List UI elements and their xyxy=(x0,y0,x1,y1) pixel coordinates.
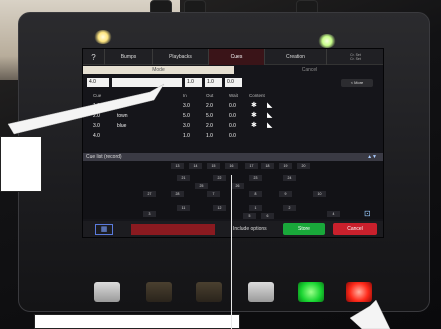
annotation-line xyxy=(231,175,232,329)
annotation-box xyxy=(34,314,240,329)
photo-root: ? Bumps Playbacks Cues Creation Cr. Set … xyxy=(0,0,441,329)
annotation-arrow xyxy=(7,83,165,135)
annotation-overlay xyxy=(7,83,391,329)
annotation-arrow xyxy=(349,299,391,329)
annotation-box xyxy=(0,136,42,192)
